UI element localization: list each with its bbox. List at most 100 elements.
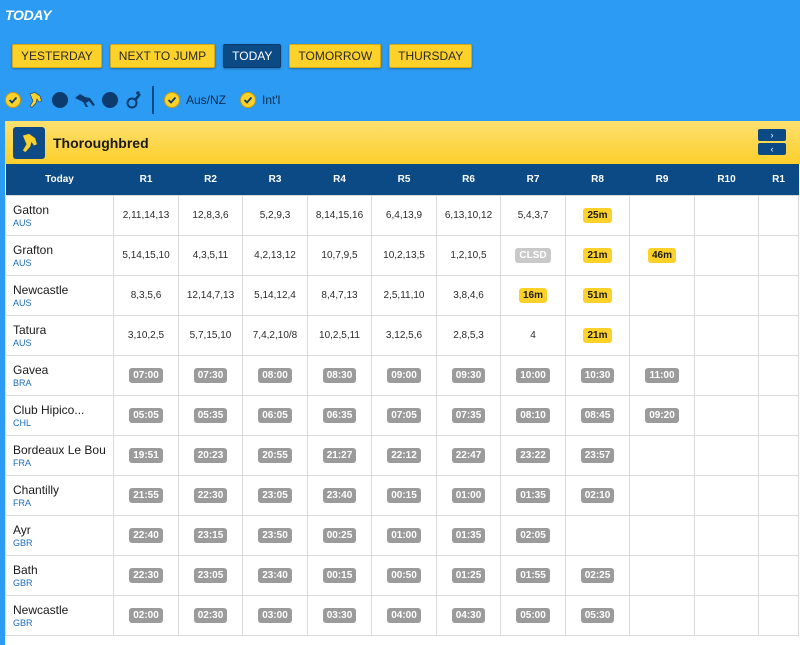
race-cell[interactable]: 02:10	[565, 474, 630, 516]
race-time-badge[interactable]: 19:51	[129, 447, 163, 463]
race-cell[interactable]: 23:15	[178, 514, 243, 556]
race-countdown-badge[interactable]: 21m	[583, 327, 612, 343]
race-cell[interactable]: 20:23	[178, 434, 243, 476]
race-time-badge[interactable]: 05:00	[516, 607, 550, 623]
race-cell[interactable]: 51m	[565, 274, 630, 316]
race-cell[interactable]: 22:30	[178, 474, 243, 516]
race-time-badge[interactable]: 11:00	[645, 367, 679, 383]
race-cell[interactable]: 06:35	[307, 394, 372, 436]
race-cell[interactable]: 05:00	[500, 594, 566, 636]
venue-name[interactable]: Tatura	[13, 323, 113, 337]
race-time-badge[interactable]: 23:57	[580, 447, 615, 463]
venue-cell[interactable]: Club Hipico... CHL	[5, 394, 114, 436]
venue-name[interactable]: Grafton	[13, 243, 113, 257]
race-time-badge[interactable]: 09:20	[645, 407, 679, 423]
race-time-badge[interactable]: 01:35	[451, 527, 486, 543]
race-cell[interactable]: 07:30	[178, 354, 243, 396]
race-time-badge[interactable]: 01:35	[516, 487, 550, 503]
venue-name[interactable]: Gavea	[13, 363, 113, 377]
race-cell[interactable]: 04:00	[371, 594, 437, 636]
race-cell[interactable]: 4	[500, 314, 566, 356]
race-time-badge[interactable]: 20:55	[258, 447, 292, 463]
race-time-badge[interactable]: 06:05	[258, 407, 292, 423]
race-cell[interactable]: 23:57	[565, 434, 630, 476]
race-cell[interactable]: 06:05	[242, 394, 308, 436]
race-cell[interactable]: 16m	[500, 274, 566, 316]
race-time-badge[interactable]: 02:05	[516, 527, 550, 543]
scroll-prev-button[interactable]: ‹	[758, 143, 786, 155]
race-cell[interactable]: 25m	[565, 194, 630, 236]
race-cell[interactable]: 08:45	[565, 394, 630, 436]
race-cell[interactable]: 01:55	[500, 554, 566, 596]
venue-cell[interactable]: Bordeaux Le Bou FRA	[5, 434, 114, 476]
harness-filter-check[interactable]	[102, 92, 118, 108]
race-cell[interactable]: 5,14,12,4	[242, 274, 308, 316]
harness-icon[interactable]	[124, 91, 142, 109]
race-time-badge[interactable]: 07:35	[451, 407, 486, 423]
race-cell[interactable]: 21:27	[307, 434, 372, 476]
race-time-badge[interactable]: 23:22	[516, 447, 550, 463]
race-cell[interactable]: 8,14,15,16	[307, 194, 372, 236]
venue-cell[interactable]: Chantilly FRA	[5, 474, 114, 516]
race-cell[interactable]: 2,8,5,3	[436, 314, 501, 356]
race-cell[interactable]: 2,11,14,13	[113, 194, 179, 236]
venue-cell[interactable]: Newcastle GBR	[5, 594, 114, 636]
race-cell[interactable]: 21m	[565, 234, 630, 276]
race-cell[interactable]: 7,4,2,10/8	[242, 314, 308, 356]
venue-name[interactable]: Bath	[13, 563, 113, 577]
race-time-badge[interactable]: 02:00	[129, 607, 163, 623]
thoroughbred-icon[interactable]	[26, 91, 44, 109]
race-cell[interactable]: CLSD	[500, 234, 566, 276]
race-cell[interactable]: 5,4,3,7	[500, 194, 566, 236]
race-time-badge[interactable]: 01:55	[516, 567, 550, 583]
race-cell[interactable]: 00:15	[307, 554, 372, 596]
race-time-badge[interactable]: 21:55	[129, 487, 163, 503]
race-time-badge[interactable]: 04:00	[387, 607, 421, 623]
tab-next-to-jump[interactable]: NEXT TO JUMP	[109, 44, 216, 68]
race-cell[interactable]: 10:30	[565, 354, 630, 396]
tab-today[interactable]: TODAY	[223, 44, 282, 68]
race-time-badge[interactable]: 07:30	[193, 367, 228, 383]
race-cell[interactable]: 03:30	[307, 594, 372, 636]
race-cell[interactable]: 2,5,11,10	[371, 274, 437, 316]
venue-cell[interactable]: Bath GBR	[5, 554, 114, 596]
race-cell[interactable]: 09:00	[371, 354, 437, 396]
race-cell[interactable]: 1,2,10,5	[436, 234, 501, 276]
venue-cell[interactable]: Newcastle AUS	[5, 274, 114, 316]
race-time-badge[interactable]: 01:00	[451, 487, 486, 503]
tab-thursday[interactable]: THURSDAY	[389, 44, 473, 68]
race-time-badge[interactable]: 00:25	[322, 527, 357, 543]
race-time-badge[interactable]: 00:15	[322, 567, 357, 583]
race-cell[interactable]: 00:50	[371, 554, 437, 596]
race-cell[interactable]: 09:20	[629, 394, 695, 436]
race-cell[interactable]: 01:25	[436, 554, 501, 596]
race-time-badge[interactable]: 01:00	[387, 527, 421, 543]
race-cell[interactable]: 01:00	[371, 514, 437, 556]
race-cell[interactable]: 11:00	[629, 354, 695, 396]
race-time-badge[interactable]: 10:00	[516, 367, 550, 383]
race-cell[interactable]: 01:35	[500, 474, 566, 516]
race-time-badge[interactable]: 08:00	[258, 367, 292, 383]
race-cell[interactable]: 12,14,7,13	[178, 274, 243, 316]
race-time-badge[interactable]: 08:10	[516, 407, 550, 423]
race-time-badge[interactable]: 00:50	[387, 567, 421, 583]
venue-name[interactable]: Club Hipico...	[13, 403, 113, 417]
race-cell[interactable]: 20:55	[242, 434, 308, 476]
race-time-badge[interactable]: 05:05	[129, 407, 163, 423]
race-time-badge[interactable]: 07:05	[387, 407, 421, 423]
race-time-badge[interactable]: 06:35	[322, 407, 357, 423]
race-cell[interactable]: 07:00	[113, 354, 179, 396]
race-cell[interactable]: 21m	[565, 314, 630, 356]
race-cell[interactable]: 01:00	[436, 474, 501, 516]
race-cell[interactable]: 02:30	[178, 594, 243, 636]
race-cell[interactable]: 8,4,7,13	[307, 274, 372, 316]
venue-cell[interactable]: Grafton AUS	[5, 234, 114, 276]
race-time-badge[interactable]: 22:30	[193, 487, 228, 503]
race-time-badge[interactable]: 09:30	[451, 367, 486, 383]
venue-name[interactable]: Chantilly	[13, 483, 113, 497]
race-cell[interactable]: 22:30	[113, 554, 179, 596]
race-cell[interactable]: 6,4,13,9	[371, 194, 437, 236]
race-cell[interactable]: 3,10,2,5	[113, 314, 179, 356]
race-cell[interactable]: 05:05	[113, 394, 179, 436]
race-cell[interactable]: 46m	[629, 234, 695, 276]
